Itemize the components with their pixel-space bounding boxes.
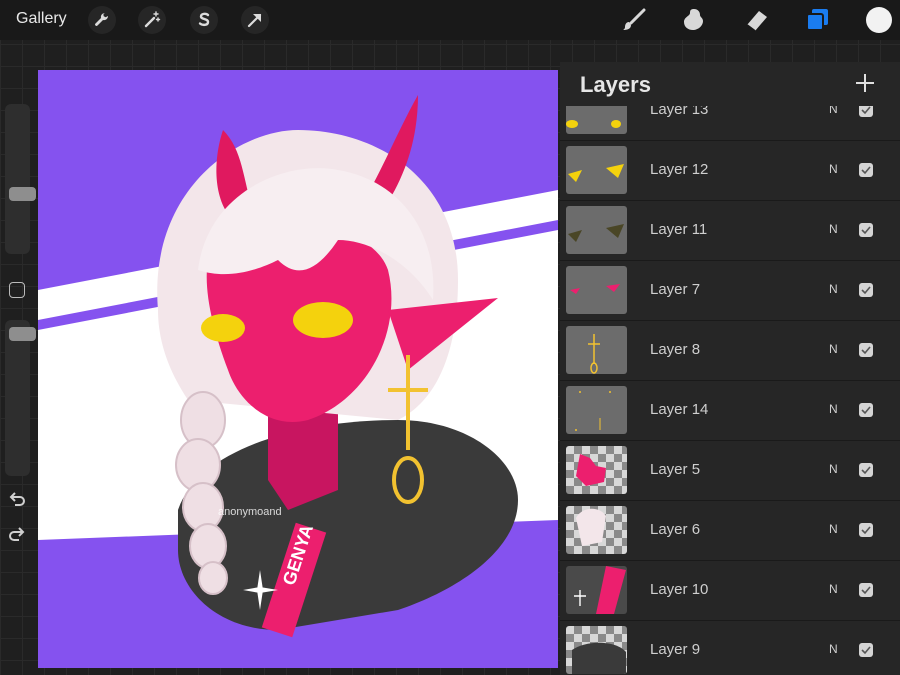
blend-mode-button[interactable]: N — [829, 522, 838, 536]
visibility-checkbox[interactable] — [859, 163, 873, 177]
brush-icon[interactable] — [620, 6, 648, 34]
layer-thumbnail — [566, 566, 627, 614]
layer-name: Layer 9 — [650, 641, 701, 658]
blend-mode-button[interactable]: N — [829, 642, 838, 656]
layer-row[interactable]: Layer 5 N — [560, 440, 900, 501]
visibility-checkbox[interactable] — [859, 463, 873, 477]
layer-thumbnail — [566, 446, 627, 494]
blend-mode-button[interactable]: N — [829, 162, 838, 176]
opacity-thumb[interactable] — [9, 327, 36, 341]
layer-name: Layer 13 — [650, 106, 709, 118]
drawing-canvas[interactable]: GENYA anonymoand — [38, 70, 558, 668]
eraser-icon[interactable] — [742, 6, 770, 34]
layer-name: Layer 10 — [650, 581, 709, 598]
plus-icon[interactable] — [852, 70, 878, 96]
visibility-checkbox[interactable] — [859, 343, 873, 357]
layer-name: Layer 7 — [650, 281, 701, 298]
visibility-checkbox[interactable] — [859, 403, 873, 417]
layer-row[interactable]: Layer 7 N — [560, 260, 900, 321]
layer-row[interactable]: Layer 9 N — [560, 620, 900, 675]
visibility-checkbox[interactable] — [859, 583, 873, 597]
layer-row[interactable]: Layer 6 N — [560, 500, 900, 561]
blend-mode-button[interactable]: N — [829, 462, 838, 476]
visibility-checkbox[interactable] — [859, 523, 873, 537]
wrench-icon[interactable] — [88, 6, 116, 34]
layer-name: Layer 14 — [650, 401, 709, 418]
color-picker-button[interactable] — [866, 7, 892, 33]
opacity-slider[interactable] — [5, 320, 36, 476]
blend-mode-button[interactable]: N — [829, 582, 838, 596]
layer-row[interactable]: Layer 13 N — [560, 106, 900, 141]
layer-row[interactable]: Layer 11 N — [560, 200, 900, 261]
layer-thumbnail — [566, 506, 627, 554]
selection-s-icon[interactable] — [190, 6, 218, 34]
layer-name: Layer 6 — [650, 521, 701, 538]
undo-icon[interactable] — [7, 489, 27, 514]
layer-thumbnail — [566, 386, 627, 434]
layer-list: Layer 13 N Layer 12 N Layer 11 N Layer 7 — [560, 106, 900, 675]
layer-row[interactable]: Layer 8 N — [560, 320, 900, 381]
visibility-checkbox[interactable] — [859, 643, 873, 657]
layer-row[interactable]: Layer 10 N — [560, 560, 900, 621]
layers-title: Layers — [580, 72, 651, 97]
redo-icon[interactable] — [7, 524, 27, 549]
layer-name: Layer 5 — [650, 461, 701, 478]
layers-icon[interactable] — [804, 6, 832, 34]
layer-name: Layer 8 — [650, 341, 701, 358]
layer-thumbnail — [566, 326, 627, 374]
layer-thumbnail — [566, 106, 627, 134]
layer-thumbnail — [566, 146, 627, 194]
layer-row[interactable]: Layer 14 N — [560, 380, 900, 441]
layer-thumbnail — [566, 626, 627, 674]
visibility-checkbox[interactable] — [859, 223, 873, 237]
transform-arrow-icon[interactable] — [241, 6, 269, 34]
left-eye — [201, 314, 245, 342]
layer-row[interactable]: Layer 12 N — [560, 140, 900, 201]
visibility-checkbox[interactable] — [859, 106, 873, 117]
magic-wand-icon[interactable] — [138, 6, 166, 34]
layers-panel: Layers Layer 13 N Layer 12 N Layer 11 N — [560, 62, 900, 675]
blend-mode-button[interactable]: N — [829, 222, 838, 236]
layer-name: Layer 11 — [650, 221, 708, 238]
modify-square-icon[interactable] — [9, 282, 25, 298]
smudge-icon[interactable] — [680, 6, 708, 34]
brush-size-thumb[interactable] — [9, 187, 36, 201]
blend-mode-button[interactable]: N — [829, 106, 838, 116]
blend-mode-button[interactable]: N — [829, 342, 838, 356]
watermark: anonymoand — [218, 506, 282, 518]
brush-size-slider[interactable] — [5, 104, 36, 254]
layer-thumbnail — [566, 206, 627, 254]
top-toolbar: Gallery — [0, 0, 900, 40]
layer-thumbnail — [566, 266, 627, 314]
left-sidebar — [0, 96, 40, 556]
layer-name: Layer 12 — [650, 161, 709, 178]
right-eye — [293, 302, 353, 338]
visibility-checkbox[interactable] — [859, 283, 873, 297]
gallery-button[interactable]: Gallery — [16, 10, 67, 28]
blend-mode-button[interactable]: N — [829, 282, 838, 296]
blend-mode-button[interactable]: N — [829, 402, 838, 416]
